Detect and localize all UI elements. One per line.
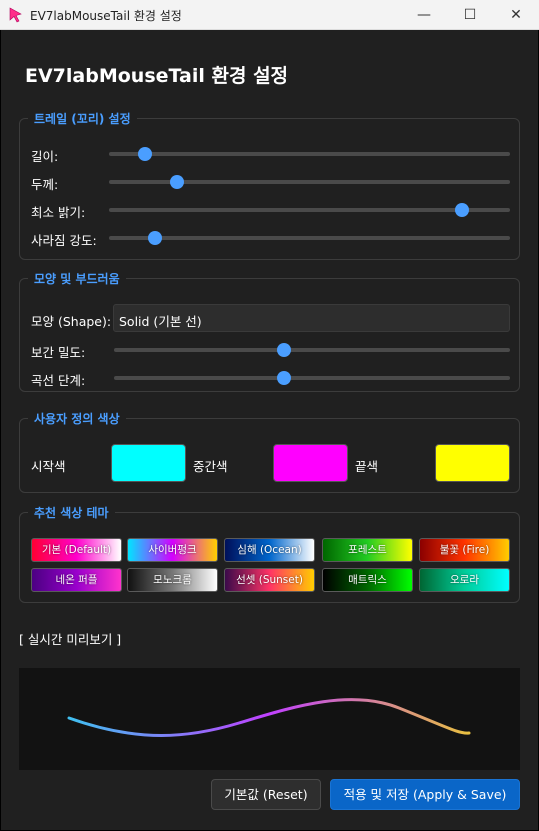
shape-smoothness-group: 모양 및 부드러움 모양 (Shape): Solid (기본 선) 보간 밀도…: [19, 270, 520, 392]
apply-save-button[interactable]: 적용 및 저장 (Apply & Save): [330, 779, 520, 810]
preview-trail-curve: [67, 698, 471, 737]
curve-steps-slider[interactable]: [114, 371, 510, 385]
shape-label: 모양 (Shape):: [31, 314, 112, 329]
thickness-label: 두께:: [31, 177, 59, 192]
close-button[interactable]: ✕: [493, 0, 539, 30]
interpolation-density-slider[interactable]: [114, 343, 510, 357]
group-title-shape: 모양 및 부드러움: [28, 270, 126, 287]
mid-color-label: 중간색: [193, 459, 228, 474]
theme-default-button[interactable]: 기본 (Default): [31, 538, 122, 562]
fade-strength-slider[interactable]: [109, 231, 510, 245]
trail-settings-group: 트레일 (꼬리) 설정 길이: 두께: 최소 밝기: 사라짐 강도:: [19, 110, 520, 260]
length-label: 길이:: [31, 149, 59, 164]
theme-fire-button[interactable]: 불꽃 (Fire): [419, 538, 510, 562]
title-bar: EV7labMouseTail 환경 설정 — ☐ ✕: [0, 0, 539, 30]
theme-matrix-button[interactable]: 매트릭스: [322, 568, 413, 592]
start-color-label: 시작색: [31, 459, 66, 474]
theme-neon-purple-button[interactable]: 네온 퍼플: [31, 568, 122, 592]
settings-window-body: EV7labMouseTail 환경 설정 트레일 (꼬리) 설정 길이: 두께…: [1, 30, 538, 830]
mid-color-swatch[interactable]: [273, 444, 348, 482]
theme-aurora-button[interactable]: 오로라: [419, 568, 510, 592]
fade-strength-label: 사라짐 강도:: [31, 233, 97, 248]
interpolation-density-slider-thumb[interactable]: [277, 343, 292, 357]
end-color-label: 끝색: [355, 459, 379, 474]
length-slider-thumb[interactable]: [138, 147, 153, 161]
curve-steps-label: 곡선 단계:: [31, 373, 86, 388]
thickness-slider[interactable]: [109, 175, 510, 189]
min-brightness-slider[interactable]: [109, 203, 510, 217]
window-title: EV7labMouseTail 환경 설정: [30, 9, 182, 23]
theme-sunset-button[interactable]: 선셋 (Sunset): [224, 568, 315, 592]
theme-cyberpunk-button[interactable]: 사이버펑크: [127, 538, 218, 562]
group-title-trail: 트레일 (꼬리) 설정: [28, 110, 137, 127]
length-slider[interactable]: [109, 147, 510, 161]
group-title-custom-colors: 사용자 정의 색상: [28, 410, 126, 427]
theme-ocean-button[interactable]: 심해 (Ocean): [224, 538, 315, 562]
theme-monochrome-button[interactable]: 모노크롬: [127, 568, 218, 592]
page-title: EV7labMouseTail 환경 설정: [25, 65, 289, 87]
fade-strength-slider-thumb[interactable]: [148, 231, 163, 245]
minimize-button[interactable]: —: [401, 0, 447, 30]
reset-button[interactable]: 기본값 (Reset): [211, 779, 321, 810]
end-color-swatch[interactable]: [435, 444, 510, 482]
cursor-app-icon: [9, 7, 22, 23]
thickness-slider-thumb[interactable]: [170, 175, 185, 189]
interpolation-density-label: 보간 밀도:: [31, 345, 86, 360]
maximize-button[interactable]: ☐: [447, 0, 493, 30]
start-color-swatch[interactable]: [111, 444, 186, 482]
min-brightness-slider-thumb[interactable]: [454, 203, 469, 217]
min-brightness-label: 최소 밝기:: [31, 205, 86, 220]
theme-presets-group: 추천 색상 테마 기본 (Default) 사이버펑크 심해 (Ocean) 포…: [19, 504, 520, 603]
curve-steps-slider-thumb[interactable]: [277, 371, 292, 385]
custom-colors-group: 사용자 정의 색상 시작색 중간색 끝색: [19, 410, 520, 493]
theme-forest-button[interactable]: 포레스트: [322, 538, 413, 562]
group-title-themes: 추천 색상 테마: [28, 504, 115, 521]
shape-dropdown[interactable]: Solid (기본 선): [113, 304, 510, 332]
preview-label: [ 실시간 미리보기 ]: [19, 632, 122, 647]
live-preview-panel: [19, 668, 520, 770]
